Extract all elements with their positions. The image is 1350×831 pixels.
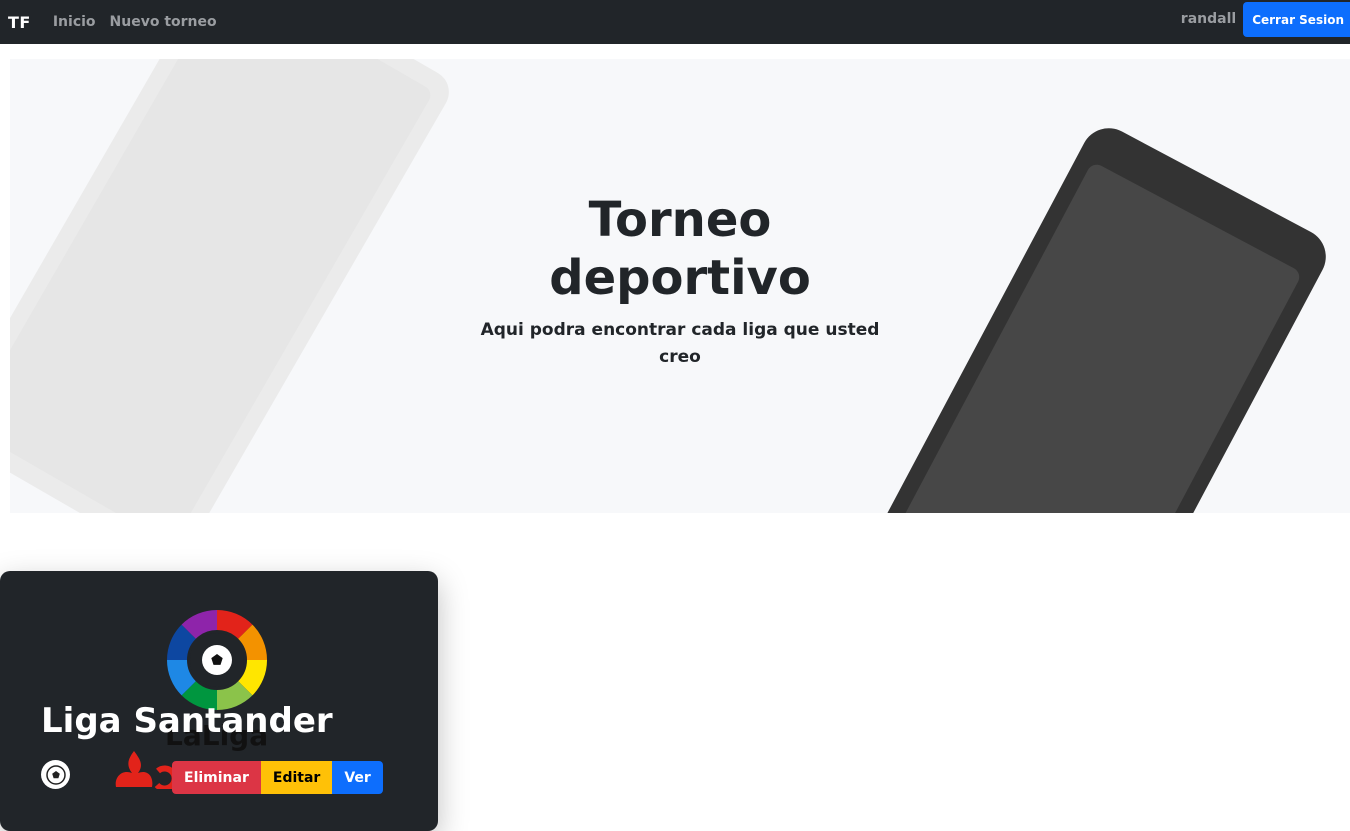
laliga-logo-icon — [165, 608, 269, 712]
hero-subtitle: Aqui podra encontrar cada liga que usted… — [480, 320, 880, 367]
hero-text: Torneo deportivo Aqui podra encontrar ca… — [450, 191, 910, 371]
card-actions: Eliminar Editar Ver — [172, 761, 383, 794]
card-title: Liga Santander — [41, 701, 333, 741]
nav-link-inicio[interactable]: Inicio — [53, 14, 96, 30]
view-button[interactable]: Ver — [332, 761, 383, 794]
hero-banner: Torneo deportivo Aqui podra encontrar ca… — [10, 59, 1350, 513]
santander-flame-icon — [114, 749, 178, 792]
navbar-right: randall Cerrar Sesion — [1181, 0, 1350, 44]
brand-logo[interactable]: TF — [8, 13, 31, 32]
navbar: TF Inicio Nuevo torneo randall Cerrar Se… — [0, 0, 1350, 44]
username: randall — [1180, 11, 1237, 27]
phone-illustration-light — [10, 59, 457, 513]
logout-button[interactable]: Cerrar Sesion — [1243, 2, 1350, 37]
soccer-ball-icon — [41, 760, 70, 789]
edit-button[interactable]: Editar — [260, 761, 333, 794]
league-card: LaLiga Liga Santander Eliminar Editar Ve… — [0, 571, 438, 831]
delete-button[interactable]: Eliminar — [172, 761, 261, 794]
hero-title: Torneo deportivo — [549, 192, 811, 306]
nav-link-nuevo-torneo[interactable]: Nuevo torneo — [110, 14, 217, 30]
